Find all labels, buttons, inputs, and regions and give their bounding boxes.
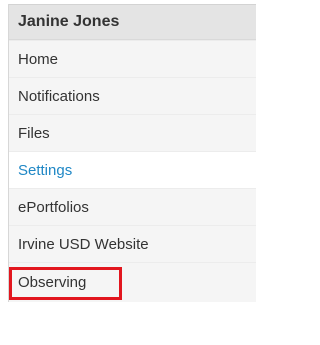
user-account-menu: Janine Jones Home Notifications Files Se… [8, 4, 256, 302]
menu-item-label: Settings [18, 161, 73, 179]
menu-item-irvine-usd-website[interactable]: Irvine USD Website [9, 225, 256, 262]
menu-item-label: Observing [18, 274, 87, 291]
menu-item-eportfolios[interactable]: ePortfolios [9, 188, 256, 225]
user-name: Janine Jones [18, 13, 120, 30]
menu-item-notifications[interactable]: Notifications [9, 77, 256, 114]
menu-item-label: Irvine USD Website [18, 235, 149, 253]
user-name-header: Janine Jones [9, 4, 256, 40]
menu-item-files[interactable]: Files [9, 114, 256, 151]
menu-item-label: Home [18, 50, 59, 68]
menu-item-observing[interactable]: Observing [9, 262, 256, 302]
menu-item-label: Files [18, 124, 50, 142]
menu-item-settings[interactable]: Settings [9, 151, 256, 188]
menu-item-label: Notifications [18, 87, 100, 105]
menu-item-label: ePortfolios [18, 198, 89, 216]
menu-item-home[interactable]: Home [9, 40, 256, 77]
